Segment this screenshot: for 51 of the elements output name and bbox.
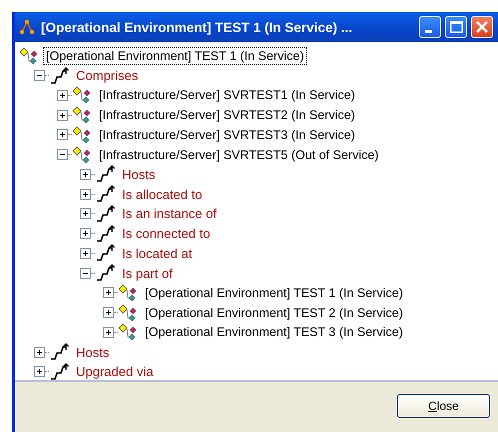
tree-item[interactable]: Comprises — [73, 66, 142, 86]
network-icon — [19, 19, 35, 35]
tree-item[interactable]: Is connected to — [119, 224, 214, 244]
link-icon — [95, 185, 117, 204]
expand-toggle[interactable] — [80, 228, 91, 240]
tree-item[interactable]: Hosts — [119, 164, 158, 184]
collapse-toggle[interactable] — [57, 149, 68, 160]
expand-toggle[interactable] — [103, 326, 114, 338]
link-icon — [95, 165, 117, 184]
tree-item[interactable]: Is part of — [119, 264, 176, 283]
tree-item[interactable]: [Operational Environment] TEST 1 (In Service) — [142, 284, 406, 302]
close-dialog-button[interactable]: Close — [397, 394, 490, 418]
tree-item[interactable]: [Infrastructure/Server] SVRTEST2 (In Service) — [96, 106, 358, 124]
link-icon — [95, 244, 117, 262]
minimize-icon — [424, 30, 432, 32]
tree-item[interactable]: Is located at — [119, 244, 196, 263]
tree-item[interactable]: [Infrastructure/Server] SVRTEST5 (Out of Service) — [96, 146, 382, 164]
tree-item[interactable]: [Operational Environment] TEST 1 (In Service) — [43, 46, 307, 65]
close-button[interactable] — [471, 16, 493, 38]
maximize-icon — [450, 21, 462, 33]
expand-toggle[interactable] — [80, 248, 91, 259]
link-icon — [49, 66, 71, 85]
maximize-button[interactable] — [445, 16, 467, 38]
collapse-toggle[interactable] — [80, 268, 91, 279]
expand-toggle[interactable] — [80, 168, 91, 180]
minimize-button[interactable] — [419, 16, 441, 38]
tree-item[interactable]: Hosts — [73, 342, 112, 362]
link-icon — [49, 343, 71, 362]
expand-toggle[interactable] — [57, 129, 68, 140]
link-icon — [95, 264, 117, 282]
expand-toggle[interactable] — [80, 208, 91, 220]
tree-item[interactable]: [Infrastructure/Server] SVRTEST3 (In Service) — [96, 126, 358, 144]
tree-item[interactable]: Upgraded via — [73, 362, 156, 382]
expand-toggle[interactable] — [57, 90, 68, 101]
expand-toggle[interactable] — [103, 287, 114, 298]
expand-toggle[interactable] — [80, 188, 91, 200]
collapse-toggle[interactable] — [34, 70, 45, 82]
tree-item[interactable]: [Operational Environment] TEST 2 (In Service) — [142, 304, 406, 322]
expand-toggle[interactable] — [57, 110, 68, 121]
link-icon — [95, 224, 117, 243]
expand-toggle[interactable] — [34, 346, 45, 358]
close-icon — [476, 21, 488, 33]
tree-item[interactable]: Is allocated to — [119, 184, 206, 204]
expand-toggle[interactable] — [103, 307, 114, 318]
window-title: [Operational Environment] TEST 1 (In Service) ... — [41, 20, 354, 34]
tree-item[interactable]: [Operational Environment] TEST 3 (In Service) — [142, 323, 406, 342]
link-icon — [95, 204, 117, 223]
link-icon — [49, 362, 71, 381]
tree-item[interactable]: [Infrastructure/Server] SVRTEST1 (In Service) — [96, 86, 358, 104]
expand-toggle[interactable] — [34, 366, 45, 378]
tree-item[interactable]: Is an instance of — [119, 204, 220, 224]
